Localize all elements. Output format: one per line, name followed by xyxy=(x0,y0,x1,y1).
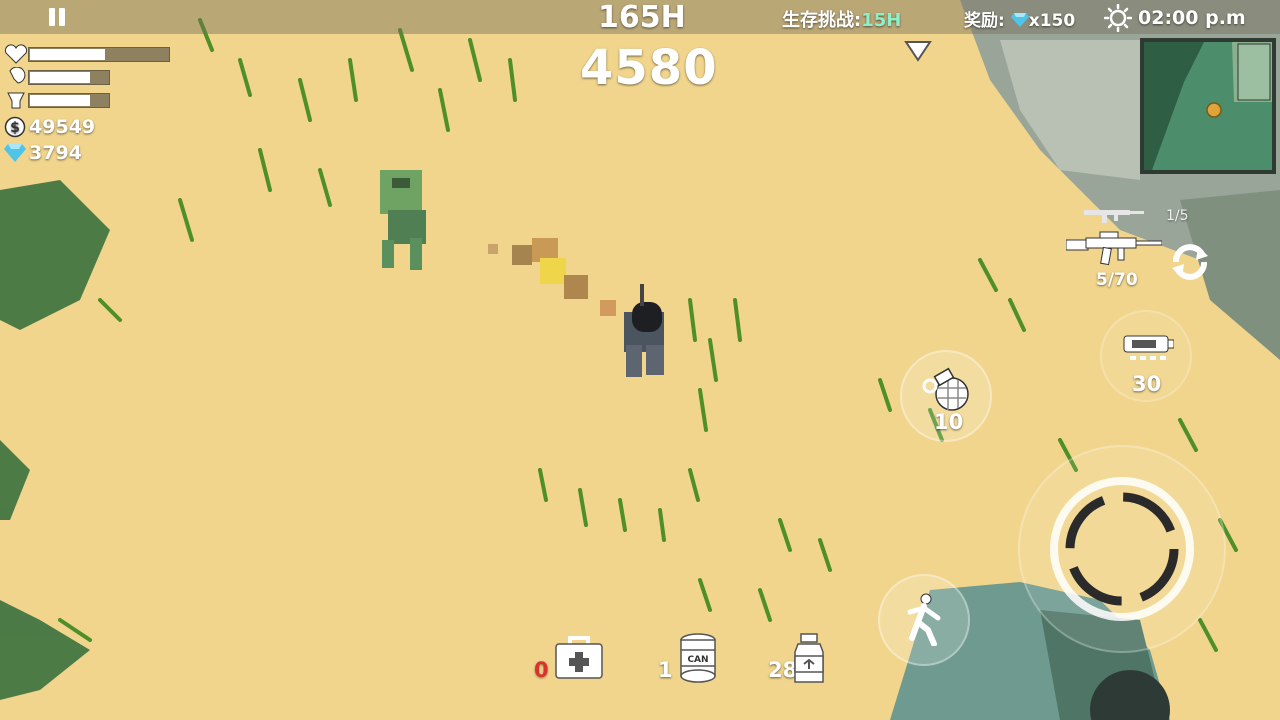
can-icon: CAN xyxy=(680,633,716,683)
canned-food-item[interactable]: 1 CAN xyxy=(656,632,726,688)
can-label: CAN xyxy=(687,655,708,665)
thirst-stat xyxy=(4,90,110,110)
medkit-item[interactable]: 0 xyxy=(532,636,612,692)
pills-item[interactable]: 28 xyxy=(766,632,836,688)
thirst-bar-fill xyxy=(30,94,91,106)
gem-icon xyxy=(1010,13,1029,27)
health-bar xyxy=(28,46,170,62)
hunger-bar-fill xyxy=(30,71,91,83)
health-bar-fill xyxy=(30,48,105,60)
coin-balance: $ 49549 xyxy=(4,116,95,138)
coin-count: 49549 xyxy=(29,116,96,138)
game-clock: 02:00 p.m xyxy=(1104,4,1246,32)
objective-marker-icon xyxy=(904,41,932,62)
medkit-count: 0 xyxy=(534,658,549,682)
gem-count: 3794 xyxy=(29,142,82,164)
survival-hours: 165H xyxy=(598,0,686,35)
challenge-value: 15H xyxy=(861,10,902,31)
challenge-label: 生存挑战: xyxy=(782,10,862,31)
clock-time: 02:00 p.m xyxy=(1138,7,1246,29)
rifle-small-icon xyxy=(1084,210,1144,223)
drumstick-icon xyxy=(9,67,26,84)
hunger-stat xyxy=(4,67,110,87)
fire-joystick[interactable] xyxy=(1018,445,1226,653)
score-counter: 4580 xyxy=(580,40,718,96)
minimap[interactable] xyxy=(1140,38,1276,174)
reward-value: x150 xyxy=(1028,11,1076,31)
survival-challenge: 生存挑战:15H xyxy=(782,6,901,32)
coin-icon: $ xyxy=(4,116,26,138)
crosshair-icon xyxy=(1050,477,1194,621)
secondary-ammo: 1/5 xyxy=(1166,208,1189,224)
assault-rifle-icon xyxy=(1066,231,1162,266)
reload-icon xyxy=(1172,244,1208,280)
primary-weapon-slot[interactable]: 5/70 xyxy=(1064,226,1164,296)
heart-icon xyxy=(4,44,28,64)
health-stat xyxy=(4,44,170,64)
reward: 奖励: x150 xyxy=(964,6,1075,31)
reward-label: 奖励: xyxy=(964,11,1005,31)
grenade-icon xyxy=(922,367,969,411)
player-position-icon xyxy=(1206,102,1222,118)
pill-bottle-icon xyxy=(794,633,824,683)
switch-weapon-button[interactable] xyxy=(1160,232,1220,292)
ammo-box-icon xyxy=(1123,335,1174,360)
sprint-button[interactable] xyxy=(878,574,970,666)
primary-ammo: 5/70 xyxy=(1096,270,1138,290)
sun-icon xyxy=(1104,4,1132,32)
water-icon xyxy=(7,92,25,109)
ammo-box-count: 30 xyxy=(1132,372,1162,396)
ammo-box-button[interactable]: 30 xyxy=(1100,310,1192,402)
pause-button[interactable] xyxy=(42,3,72,31)
running-person-icon xyxy=(907,593,941,646)
hunger-bar xyxy=(28,69,110,85)
grenade-count: 10 xyxy=(934,410,964,434)
pause-icon xyxy=(49,8,55,26)
medkit-icon xyxy=(555,636,603,679)
can-count: 1 xyxy=(658,658,673,682)
thirst-bar xyxy=(28,92,110,108)
svg-text:$: $ xyxy=(10,120,20,136)
gem-icon xyxy=(4,144,26,162)
gem-balance: 3794 xyxy=(4,142,82,164)
grenade-button[interactable]: 10 xyxy=(900,350,992,442)
